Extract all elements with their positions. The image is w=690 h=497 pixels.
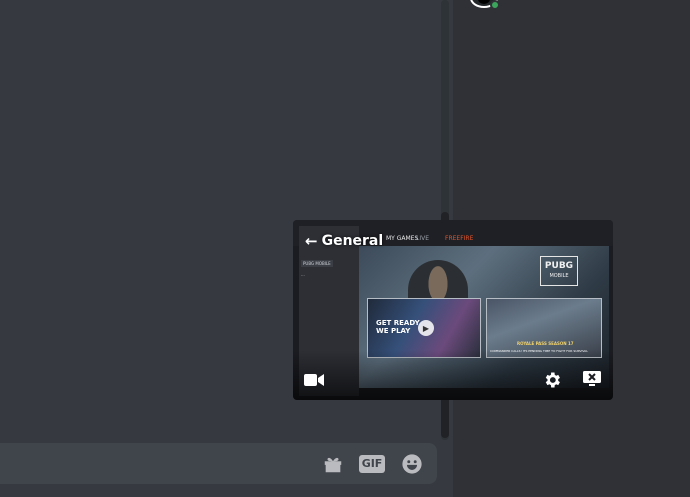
arrow-left-icon[interactable]: ← <box>305 234 318 249</box>
stream-pip-window[interactable]: MY GAMES LIVE FREEFIRE PUBG MOBILE ... P… <box>293 220 613 400</box>
gear-icon <box>545 372 560 388</box>
emoji-button[interactable] <box>400 452 424 476</box>
online-status-badge <box>490 0 500 10</box>
avatar-image <box>478 0 490 4</box>
emoji-icon <box>402 454 422 474</box>
pip-header[interactable]: ← General <box>305 233 383 249</box>
gift-icon <box>324 457 342 473</box>
pip-bottom-shade <box>293 350 613 400</box>
game-logo: PUBG MOBILE <box>540 256 578 286</box>
stream-tab-my-games: MY GAMES <box>386 235 419 242</box>
game-logo-title: PUBG <box>544 261 574 271</box>
video-camera-icon <box>304 374 324 386</box>
pip-title: General <box>321 233 384 249</box>
play-icon: ▶ <box>418 320 434 336</box>
gift-button[interactable] <box>321 452 345 476</box>
game-logo-sub: MOBILE <box>549 273 569 279</box>
card-right-text: ROYALE PASS SEASON 17 <box>517 341 574 346</box>
card-left-text: GET READY WE PLAY <box>376 319 420 335</box>
stream-sidebar-item: PUBG MOBILE <box>301 260 333 267</box>
stream-tab-live: LIVE <box>416 235 430 242</box>
stream-sidebar-item: ... <box>301 272 305 277</box>
video-button[interactable] <box>303 371 325 389</box>
stream-card-right: ROYALE PASS SEASON 17 COMMANDER CALLS! I… <box>486 298 602 358</box>
gif-label: GIF <box>358 455 386 473</box>
stop-stream-button[interactable] <box>581 369 603 389</box>
gif-button[interactable]: GIF <box>358 452 386 476</box>
settings-button[interactable] <box>541 369 563 391</box>
screen-close-icon <box>583 371 601 386</box>
stream-tab-freefire: FREEFIRE <box>445 235 474 242</box>
